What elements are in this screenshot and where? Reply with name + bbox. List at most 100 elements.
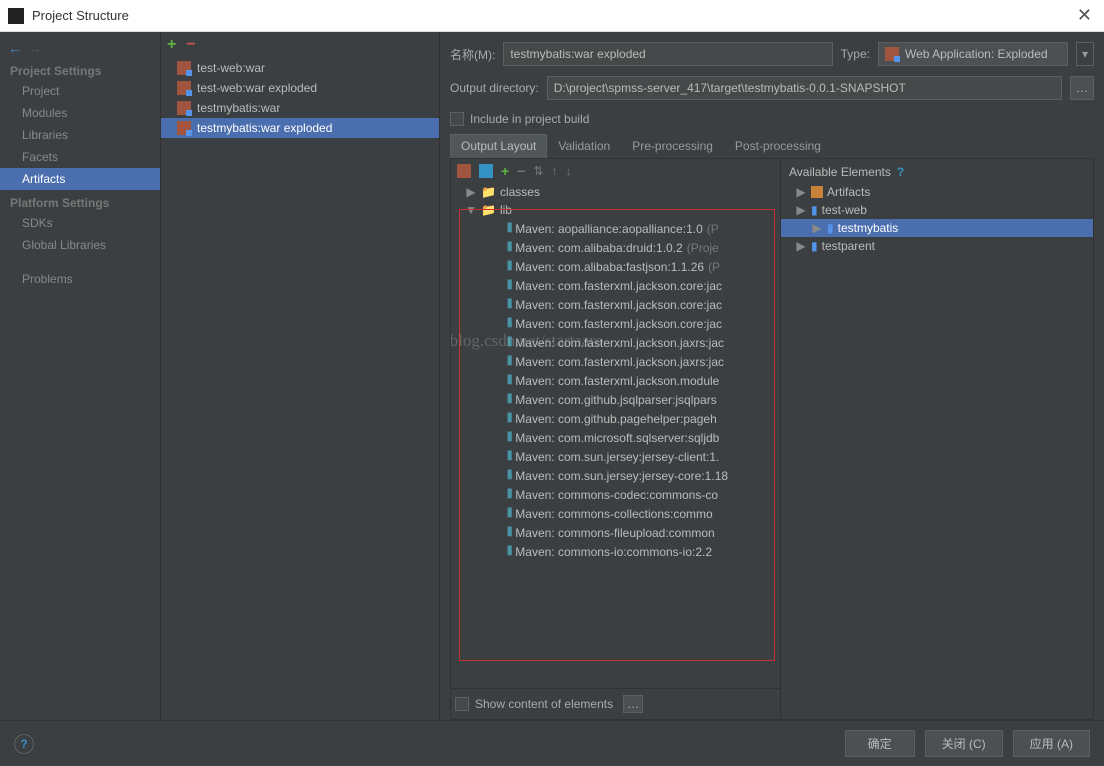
show-content-checkbox[interactable] [455,697,469,711]
output-tree[interactable]: http://blog.csdn.net/startaara ▶📁 classe… [451,183,780,688]
library-icon [507,297,511,312]
lib-label: Maven: com.alibaba:druid:1.0.2 [515,241,682,255]
show-content-label: Show content of elements [475,697,613,711]
tree-row[interactable]: Maven: commons-fileupload:common [451,523,780,542]
tree-row[interactable]: Maven: com.alibaba:druid:1.0.2 (Proje [451,238,780,257]
tree-row[interactable]: ▼📁 lib [451,201,780,219]
folder-label: lib [500,203,512,217]
output-layout-panel: + − ⇅ ↑ ↓ http://blog.csdn.net/startaara… [451,159,781,719]
lib-label: Maven: com.fasterxml.jackson.module [515,374,719,388]
name-label: 名称(M): [450,46,495,63]
arrow-right-icon: ▶ [465,185,477,199]
show-content-config-button[interactable]: … [623,695,643,713]
down-arrow-icon[interactable]: ↓ [565,164,571,178]
nav-item-project[interactable]: Project [0,80,160,102]
tree-row[interactable]: Maven: com.fasterxml.jackson.core:jac [451,295,780,314]
output-toolbar: + − ⇅ ↑ ↓ [451,159,780,183]
outdir-label: Output directory: [450,81,539,95]
artifact-list-panel: + − test-web:war test-web:war exploded tes… [160,32,440,720]
artifact-item[interactable]: test-web:war exploded [161,78,439,98]
sort-icon[interactable]: ⇅ [533,164,543,178]
tab-post-processing[interactable]: Post-processing [724,134,832,158]
artifact-icon [177,121,191,135]
type-dropdown[interactable]: Web Application: Exploded [878,42,1068,66]
tree-row[interactable]: Maven: com.github.pagehelper:pageh [451,409,780,428]
lib-label: Maven: com.microsoft.sqlserver:sqljdb [515,431,719,445]
module-icon[interactable] [479,164,493,178]
new-folder-icon[interactable] [457,164,471,178]
tree-row[interactable]: Maven: commons-io:commons-io:2.2 [451,542,780,561]
help-icon[interactable]: ? [897,165,904,179]
ok-button[interactable]: 确定 [845,730,915,757]
nav-item-facets[interactable]: Facets [0,146,160,168]
library-icon [507,278,511,293]
tree-row[interactable]: Maven: com.fasterxml.jackson.core:jac [451,314,780,333]
tree-row[interactable]: Maven: com.alibaba:fastjson:1.1.26 (P [451,257,780,276]
browse-button[interactable]: … [1070,76,1094,100]
include-checkbox[interactable] [450,112,464,126]
artifact-label: test-web:war exploded [197,81,317,95]
tree-row[interactable]: Maven: com.microsoft.sqlserver:sqljdb [451,428,780,447]
chevron-down-icon[interactable]: ▾ [1076,42,1094,66]
available-item[interactable]: ▶ Artifacts [781,183,1093,201]
apply-button[interactable]: 应用 (A) [1013,730,1090,757]
library-icon [507,430,511,445]
tree-row[interactable]: Maven: com.fasterxml.jackson.module [451,371,780,390]
available-header: Available Elements [789,165,891,179]
available-item[interactable]: ▶▮ testparent [781,237,1093,255]
back-arrow-icon[interactable]: ← [8,40,22,56]
type-label: Type: [841,47,870,61]
nav-item-problems[interactable]: Problems [0,268,160,290]
tree-row[interactable]: Maven: commons-collections:commo [451,504,780,523]
nav-item-sdks[interactable]: SDKs [0,212,160,234]
available-item[interactable]: ▶▮ test-web [781,201,1093,219]
available-item[interactable]: ▶▮ testmybatis [781,219,1093,237]
tree-row[interactable]: Maven: com.fasterxml.jackson.core:jac [451,276,780,295]
nav-item-modules[interactable]: Modules [0,102,160,124]
tree-row[interactable]: Maven: com.sun.jersey:jersey-client:1. [451,447,780,466]
tree-row[interactable]: Maven: com.sun.jersey:jersey-core:1.18 [451,466,780,485]
nav-item-global-libraries[interactable]: Global Libraries [0,234,160,256]
lib-label: Maven: commons-codec:commons-co [515,488,718,502]
arrow-right-icon: ▶ [795,239,807,253]
add-icon[interactable]: + [501,163,509,179]
available-label: Artifacts [827,185,870,199]
close-icon[interactable]: ✕ [1073,1,1096,30]
forward-arrow-icon[interactable]: → [28,40,42,56]
remove-artifact-icon[interactable]: − [186,36,195,54]
lib-suffix: (Proje [687,241,719,255]
artifact-item[interactable]: test-web:war [161,58,439,78]
footer: ? 确定 关闭 (C) 应用 (A) [0,720,1104,766]
artifact-item[interactable]: testmybatis:war [161,98,439,118]
up-arrow-icon[interactable]: ↑ [551,164,557,178]
arrow-right-icon: ▶ [795,203,807,217]
library-icon [507,221,511,236]
tab-pre-processing[interactable]: Pre-processing [621,134,724,158]
library-icon [507,449,511,464]
app-icon [8,8,24,24]
add-artifact-icon[interactable]: + [167,36,176,54]
artifact-icon [177,101,191,115]
tree-row[interactable]: Maven: commons-codec:commons-co [451,485,780,504]
lib-label: Maven: com.fasterxml.jackson.core:jac [515,279,722,293]
artifact-label: testmybatis:war exploded [197,121,332,135]
main-area: ← → Project Settings ProjectModulesLibra… [0,32,1104,720]
library-icon [507,335,511,350]
tab-output-layout[interactable]: Output Layout [450,134,547,158]
nav-item-artifacts[interactable]: Artifacts [0,168,160,190]
close-button[interactable]: 关闭 (C) [925,730,1003,757]
nav-item-libraries[interactable]: Libraries [0,124,160,146]
outdir-input[interactable] [547,76,1062,100]
tree-row[interactable]: Maven: aopalliance:aopalliance:1.0 (P [451,219,780,238]
tab-validation[interactable]: Validation [547,134,621,158]
help-button[interactable]: ? [14,734,34,754]
tree-row[interactable]: Maven: com.github.jsqlparser:jsqlpars [451,390,780,409]
name-input[interactable] [503,42,832,66]
available-tree[interactable]: ▶ Artifacts▶▮ test-web▶▮ testmybatis▶▮ t… [781,183,1093,719]
artifact-item[interactable]: testmybatis:war exploded [161,118,439,138]
arrow-down-icon: ▼ [465,203,477,217]
tree-row[interactable]: Maven: com.fasterxml.jackson.jaxrs:jac [451,352,780,371]
tree-row[interactable]: ▶📁 classes [451,183,780,201]
tree-row[interactable]: Maven: com.fasterxml.jackson.jaxrs:jac [451,333,780,352]
remove-icon[interactable]: − [517,163,525,179]
